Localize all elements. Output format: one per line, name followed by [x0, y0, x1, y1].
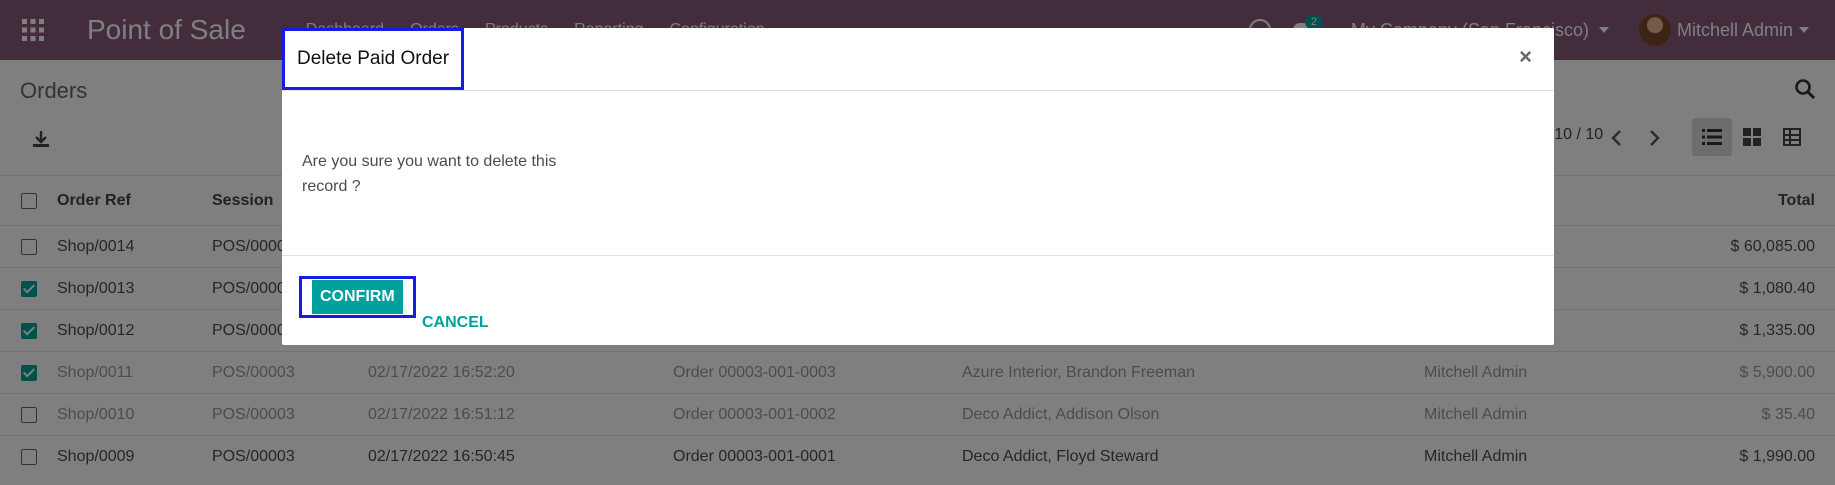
confirm-button[interactable]: CONFIRM: [299, 276, 416, 318]
close-icon[interactable]: ×: [1519, 44, 1532, 70]
confirm-label: CONFIRM: [312, 280, 403, 314]
dialog-header: Delete Paid Order ×: [282, 28, 1554, 91]
dialog-message: Are you sure you want to delete this rec…: [302, 153, 557, 195]
dialog-title: Delete Paid Order: [282, 28, 465, 90]
cancel-button[interactable]: CANCEL: [422, 314, 489, 332]
delete-dialog: Delete Paid Order × Are you sure you wan…: [282, 28, 1554, 345]
